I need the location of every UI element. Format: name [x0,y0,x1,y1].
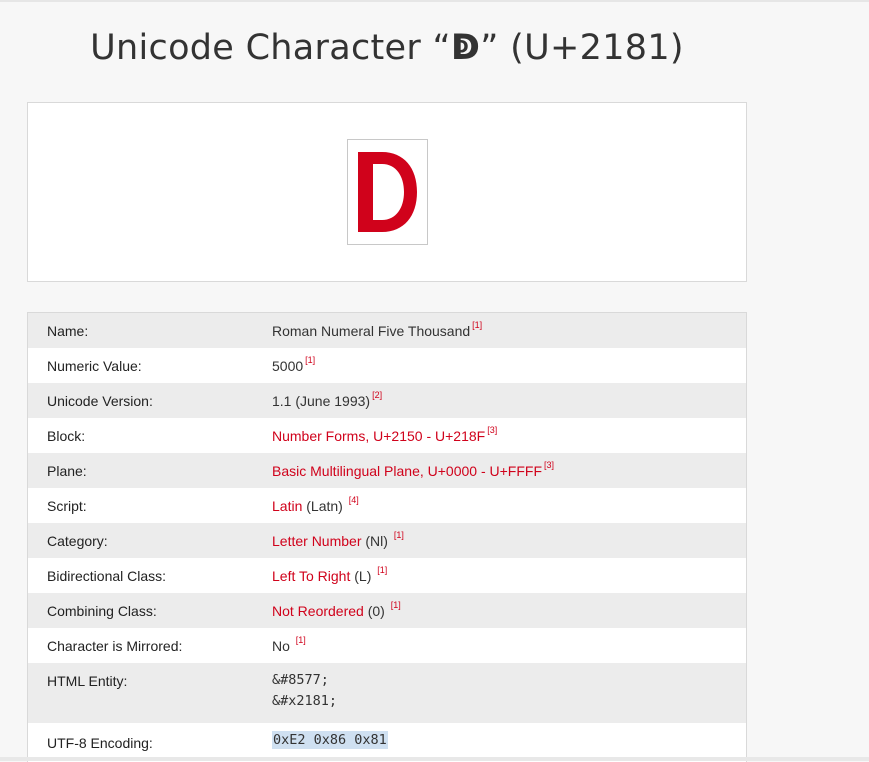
bidi-link[interactable]: Left To Right [272,568,350,584]
row-value: Latin (Latn) [4] [272,495,359,514]
utf8-encoding-value[interactable]: 0xE2 0x86 0x81 [272,731,388,749]
info-row-version: Unicode Version: 1.1 (June 1993) [2] [28,383,746,418]
info-row-html-entity: HTML Entity: &#8577; &#x2181; [28,663,746,723]
page-title: Unicode Character “ↁ” (U+2181) [0,28,774,68]
glyph-preview-box [347,139,428,245]
info-row-numeric: Numeric Value: 5000 [1] [28,348,746,383]
character-preview-panel [27,102,747,282]
script-link[interactable]: Latin [272,498,302,514]
roman-numeral-five-thousand-icon [358,152,417,232]
script-code: (Latn) [302,498,347,514]
row-label: Block: [47,428,86,444]
html-entity-hex[interactable]: &#x2181; [272,691,337,712]
row-label: Script: [47,498,87,514]
ref-link[interactable]: [1] [296,635,306,645]
info-row-block: Block: Number Forms, U+2150 - U+218F [3] [28,418,746,453]
ref-link[interactable]: [1] [391,600,401,610]
info-row-mirrored: Character is Mirrored: No [1] [28,628,746,663]
info-row-name: Name: Roman Numeral Five Thousand [1] [28,313,746,348]
row-value: Basic Multilingual Plane, U+0000 - U+FFF… [272,460,554,479]
combining-link[interactable]: Not Reordered [272,603,364,619]
info-row-combining: Combining Class: Not Reordered (0) [1] [28,593,746,628]
category-link[interactable]: Letter Number [272,533,361,549]
title-suffix: ” (U+2181) [480,28,684,68]
top-border [0,0,869,2]
title-glyph: ↁ [450,28,481,68]
row-label: UTF-8 Encoding: [47,735,153,751]
row-label: Plane: [47,463,87,479]
row-value: 5000 [1] [272,355,315,374]
ref-link[interactable]: [1] [377,565,387,575]
row-label: Numeric Value: [47,358,142,374]
bottom-edge [0,757,869,761]
row-value: Left To Right (L) [1] [272,565,387,584]
ref-link[interactable]: [1] [472,320,482,330]
ref-link[interactable]: [1] [394,530,404,540]
row-label: Bidirectional Class: [47,568,167,584]
row-value: No [1] [272,635,306,654]
row-value: Number Forms, U+2150 - U+218F [3] [272,425,497,444]
row-label: Unicode Version: [47,393,153,409]
category-code: (Nl) [361,533,392,549]
row-value: Roman Numeral Five Thousand [1] [272,320,482,339]
plane-link[interactable]: Basic Multilingual Plane, U+0000 - U+FFF… [272,463,542,479]
ref-link[interactable]: [4] [349,495,359,505]
combining-code: (0) [363,603,389,619]
info-row-utf8: UTF-8 Encoding: 0xE2 0x86 0x81 [28,723,746,758]
row-label: Combining Class: [47,603,157,619]
info-row-script: Script: Latin (Latn) [4] [28,488,746,523]
row-value: 0xE2 0x86 0x81 [272,730,388,751]
character-info-table: Name: Roman Numeral Five Thousand [1] Num… [27,312,747,762]
row-label: HTML Entity: [47,673,128,689]
ref-link[interactable]: [1] [305,355,315,365]
ref-link[interactable]: [3] [544,460,554,470]
row-value: 1.1 (June 1993) [2] [272,390,382,409]
row-label: Category: [47,533,108,549]
row-value: Letter Number (Nl) [1] [272,530,404,549]
info-row-category: Category: Letter Number (Nl) [1] [28,523,746,558]
row-label: Character is Mirrored: [47,638,183,654]
info-row-bidi: Bidirectional Class: Left To Right (L) [… [28,558,746,593]
info-row-plane: Plane: Basic Multilingual Plane, U+0000 … [28,453,746,488]
row-value: Not Reordered (0) [1] [272,600,401,619]
name-value: Roman Numeral Five Thousand [272,323,471,339]
title-prefix: Unicode Character “ [90,28,451,68]
ref-link[interactable]: [3] [487,425,497,435]
mirrored-value: No [272,638,294,654]
bidi-code: (L) [350,568,376,584]
version-value: 1.1 (June 1993) [272,393,371,409]
html-entity-decimal[interactable]: &#8577; [272,670,337,691]
numeric-value: 5000 [272,358,304,374]
row-label: Name: [47,323,89,339]
block-link[interactable]: Number Forms, U+2150 - U+218F [272,428,485,444]
row-value: &#8577; &#x2181; [272,670,337,712]
ref-link[interactable]: [2] [372,390,382,400]
